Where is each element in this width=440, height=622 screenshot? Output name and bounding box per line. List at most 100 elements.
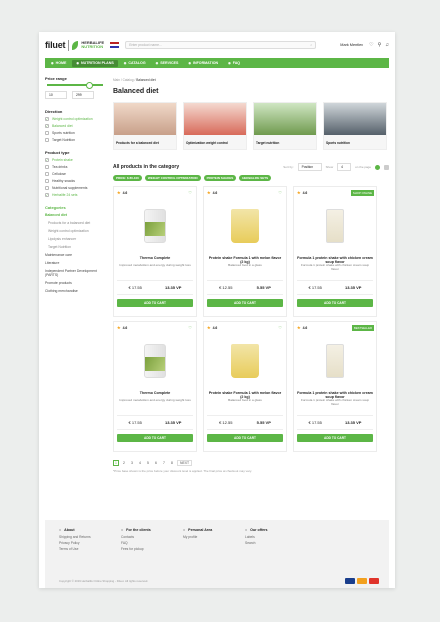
user-icon: ○: [121, 528, 124, 532]
product-type-option[interactable]: Cellulose: [45, 172, 105, 176]
page-link[interactable]: 3: [129, 461, 135, 465]
page-link[interactable]: 1: [113, 460, 119, 466]
category-link[interactable]: Clothing merchandise: [45, 289, 105, 293]
checkbox[interactable]: [45, 172, 49, 176]
filter-chip[interactable]: HERBALIFE SETS: [239, 175, 272, 181]
filter-chip[interactable]: PRICE: $ 80-100: [113, 175, 142, 181]
favorite-icon[interactable]: ♡: [278, 325, 282, 330]
nav-item-home[interactable]: ◉ HOME: [47, 60, 70, 67]
breadcrumb-home[interactable]: Main: [113, 78, 120, 82]
price-slider[interactable]: [47, 82, 103, 89]
notification-icon[interactable]: ♫: [385, 42, 389, 48]
add-to-cart-button[interactable]: ADD TO CART: [117, 299, 193, 307]
nav-item-services[interactable]: ◉ SERVICES: [152, 60, 183, 67]
direction-option[interactable]: ✓ Balanced diet: [45, 124, 105, 128]
page-link[interactable]: 2: [121, 461, 127, 465]
search-icon[interactable]: ⌕: [310, 43, 312, 47]
next-page-button[interactable]: NEXT: [177, 460, 193, 466]
favorites-icon[interactable]: ♡: [369, 42, 373, 48]
footer-link[interactable]: Shipping and Returns: [59, 535, 109, 539]
page-link[interactable]: 6: [153, 461, 159, 465]
category-link[interactable]: Balanced diet: [45, 213, 105, 217]
nav-item-faq[interactable]: ◉ FAQ: [224, 60, 244, 67]
nav-label: CATALOG: [128, 61, 146, 65]
language-flag-icon[interactable]: [110, 42, 120, 48]
featured-card[interactable]: Target nutrition: [253, 102, 317, 150]
featured-card[interactable]: Optimization weight control: [183, 102, 247, 150]
favorite-icon[interactable]: ♡: [278, 190, 282, 195]
add-to-cart-button[interactable]: ADD TO CART: [297, 299, 373, 307]
list-view-icon[interactable]: [384, 164, 389, 170]
product-type-option[interactable]: Tea drinks: [45, 165, 105, 169]
direction-option[interactable]: ✓ Weight control optimization: [45, 117, 105, 121]
product-image[interactable]: [297, 198, 373, 253]
product-type-option[interactable]: ✓ Herbalife 24 sets: [45, 193, 105, 197]
logo[interactable]: filuet HERBALIFE NUTRITION: [45, 39, 104, 51]
direction-option[interactable]: Target Nutrition: [45, 138, 105, 142]
page-link[interactable]: 5: [145, 461, 151, 465]
nav-label: INFORMATION: [193, 61, 219, 65]
product-image[interactable]: [207, 198, 283, 253]
add-to-cart-button[interactable]: ADD TO CART: [207, 434, 283, 442]
category-link[interactable]: Promote products: [45, 281, 105, 285]
product-type-option[interactable]: Healthy snacks: [45, 179, 105, 183]
product-type-option[interactable]: ✓ Protein shake: [45, 158, 105, 162]
footer-link[interactable]: Search: [245, 541, 295, 545]
featured-card[interactable]: Products for a balanced diet: [113, 102, 177, 150]
nav-item-information[interactable]: ◉ INFORMATION: [184, 60, 222, 67]
page-link[interactable]: 7: [161, 461, 167, 465]
price-min-input[interactable]: 10: [45, 91, 67, 99]
footer-link[interactable]: Contacts: [121, 535, 171, 539]
breadcrumb-catalog[interactable]: Catalog: [123, 78, 134, 82]
checkbox[interactable]: [45, 138, 49, 142]
sort-select[interactable]: Position: [297, 163, 322, 171]
footer-link[interactable]: Privacy Policy: [59, 541, 109, 545]
page-link[interactable]: 8: [169, 461, 175, 465]
featured-card[interactable]: Sports nutrition: [323, 102, 387, 150]
search-input[interactable]: Enter product name... ⌕: [125, 41, 317, 49]
checkbox[interactable]: ✓: [45, 193, 49, 197]
footer-link[interactable]: Terms of Use: [59, 547, 109, 551]
checkbox[interactable]: ✓: [45, 117, 49, 121]
price-range-title: Price range: [45, 76, 67, 81]
checkbox[interactable]: ✓: [45, 124, 49, 128]
add-to-cart-button[interactable]: ADD TO CART: [207, 299, 283, 307]
product-image[interactable]: [117, 198, 193, 253]
category-link[interactable]: Target Nutrition: [45, 245, 105, 249]
grid-view-icon[interactable]: [375, 164, 380, 170]
checkbox[interactable]: [45, 165, 49, 169]
checkbox[interactable]: [45, 179, 49, 183]
footer-link[interactable]: My profile: [183, 535, 233, 539]
product-image[interactable]: [117, 333, 193, 388]
home-icon: ◉: [51, 61, 54, 65]
checkbox[interactable]: [45, 186, 49, 190]
nav-item-catalog[interactable]: ◉ CATALOG: [120, 60, 150, 67]
footer-link[interactable]: Labels: [245, 535, 295, 539]
cart-icon[interactable]: ⚲: [378, 42, 382, 48]
user-name[interactable]: Mark Mentlev: [340, 43, 363, 47]
show-select[interactable]: 4: [337, 163, 352, 171]
category-link[interactable]: Maintenance care: [45, 253, 105, 257]
filter-chip[interactable]: PROTEIN SHAKES: [203, 175, 237, 181]
category-link[interactable]: Weight control optimization: [45, 229, 105, 233]
direction-option[interactable]: Sports nutrition: [45, 131, 105, 135]
favorite-icon[interactable]: ♡: [188, 190, 192, 195]
page-link[interactable]: 4: [137, 461, 143, 465]
nav-item-nutrition-plans[interactable]: ◉ NUTRITION PLANS: [72, 59, 118, 67]
footer-link[interactable]: Fees for pickup: [121, 547, 171, 551]
product-image[interactable]: [207, 333, 283, 388]
footer-link[interactable]: FAQ: [121, 541, 171, 545]
price-max-input[interactable]: 299: [72, 91, 94, 99]
category-link[interactable]: Literature: [45, 261, 105, 265]
favorite-icon[interactable]: ♡: [188, 325, 192, 330]
checkbox[interactable]: [45, 131, 49, 135]
filter-chip[interactable]: WEIGHT CONTROL OPTIMIZATION: [144, 175, 201, 181]
category-link[interactable]: Products for a balanced diet: [45, 221, 105, 225]
product-type-option[interactable]: Nutritional supplements: [45, 186, 105, 190]
add-to-cart-button[interactable]: ADD TO CART: [117, 434, 193, 442]
product-image[interactable]: [297, 333, 373, 388]
checkbox[interactable]: ✓: [45, 158, 49, 162]
category-link[interactable]: Independent Partner Development (PARTS): [45, 269, 105, 277]
add-to-cart-button[interactable]: ADD TO CART: [297, 434, 373, 442]
category-link[interactable]: Lipolysis enhancer: [45, 237, 105, 241]
